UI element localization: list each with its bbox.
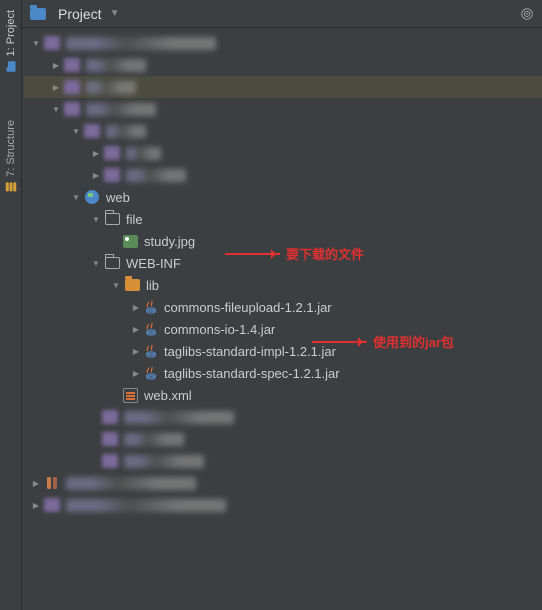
side-tab-project[interactable]: 1: Project	[3, 6, 19, 76]
blurred-icon	[102, 410, 118, 424]
blurred-icon	[64, 102, 80, 116]
blurred-label	[66, 499, 226, 512]
tree-row[interactable]	[24, 428, 542, 450]
tree-label: web	[106, 190, 130, 205]
side-tab-structure-label: 7: Structure	[5, 120, 17, 177]
folder-outline-icon	[104, 211, 120, 227]
expand-arrow-icon[interactable]	[50, 59, 62, 71]
tree-row[interactable]	[24, 164, 542, 186]
blurred-label	[124, 433, 184, 446]
blurred-icon	[104, 146, 120, 160]
tree-row[interactable]	[24, 406, 542, 428]
blurred-icon	[84, 124, 100, 138]
jar-icon	[144, 344, 158, 358]
jar-icon	[144, 300, 158, 314]
tree-row-selected[interactable]	[24, 76, 542, 98]
blurred-icon	[102, 454, 118, 468]
module-icon	[44, 36, 60, 50]
tree-row-jar[interactable]: commons-io-1.4.jar	[24, 318, 542, 340]
view-mode-label[interactable]: Project	[58, 6, 102, 22]
project-tree[interactable]: web file study.jpg WEB-INF lib commons-f…	[22, 28, 542, 610]
target-icon[interactable]	[520, 7, 534, 21]
blurred-label	[126, 169, 186, 182]
tree-row-web-xml[interactable]: web.xml	[24, 384, 542, 406]
blurred-label	[86, 103, 156, 116]
blurred-label	[86, 59, 146, 72]
blurred-icon	[102, 432, 118, 446]
tree-row[interactable]	[24, 472, 542, 494]
tree-row-web-inf[interactable]: WEB-INF	[24, 252, 542, 274]
tree-row[interactable]	[24, 494, 542, 516]
image-file-icon	[122, 233, 138, 249]
expand-arrow-icon[interactable]	[70, 191, 82, 203]
tree-label: web.xml	[144, 388, 192, 403]
expand-arrow-icon[interactable]	[90, 147, 102, 159]
expand-arrow-icon[interactable]	[90, 213, 102, 225]
xml-file-icon	[122, 387, 138, 403]
folder-icon	[30, 6, 46, 22]
jar-icon	[144, 322, 158, 336]
tree-row-study-jpg[interactable]: study.jpg	[24, 230, 542, 252]
expand-arrow-icon[interactable]	[30, 37, 42, 49]
tree-label: WEB-INF	[126, 256, 181, 271]
tree-row-lib[interactable]: lib	[24, 274, 542, 296]
blurred-label	[66, 37, 216, 50]
tree-row[interactable]	[24, 98, 542, 120]
blurred-label	[66, 477, 196, 490]
tree-row[interactable]	[24, 450, 542, 472]
expand-arrow-icon[interactable]	[90, 257, 102, 269]
expand-arrow-icon[interactable]	[110, 279, 122, 291]
tree-row-jar[interactable]: commons-fileupload-1.2.1.jar	[24, 296, 542, 318]
tree-row-jar[interactable]: taglibs-standard-impl-1.2.1.jar	[24, 340, 542, 362]
tree-label: commons-fileupload-1.2.1.jar	[164, 300, 332, 315]
tree-label: commons-io-1.4.jar	[164, 322, 275, 337]
tree-row[interactable]	[24, 142, 542, 164]
expand-arrow-icon[interactable]	[130, 345, 142, 357]
tree-label: taglibs-standard-impl-1.2.1.jar	[164, 344, 336, 359]
tree-label: taglibs-standard-spec-1.2.1.jar	[164, 366, 340, 381]
expand-arrow-icon[interactable]	[30, 477, 42, 489]
blurred-label	[86, 81, 136, 94]
blurred-icon	[64, 80, 80, 94]
tree-row-file[interactable]: file	[24, 208, 542, 230]
blurred-label	[106, 125, 146, 138]
jar-icon	[144, 366, 158, 380]
folder-outline-icon	[104, 255, 120, 271]
tree-label: file	[126, 212, 143, 227]
tree-label: lib	[146, 278, 159, 293]
web-folder-icon	[84, 189, 100, 205]
blurred-icon	[64, 58, 80, 72]
libraries-icon	[44, 475, 60, 491]
tree-row[interactable]	[24, 120, 542, 142]
blurred-label	[124, 411, 234, 424]
side-tab-project-label: 1: Project	[5, 10, 17, 56]
tree-row-root[interactable]	[24, 32, 542, 54]
lib-folder-icon	[124, 277, 140, 293]
project-icon	[5, 60, 17, 72]
expand-arrow-icon[interactable]	[30, 499, 42, 511]
blurred-label	[124, 455, 204, 468]
expand-arrow-icon[interactable]	[70, 125, 82, 137]
expand-arrow-icon[interactable]	[50, 103, 62, 115]
blurred-icon	[104, 168, 120, 182]
tool-window-tabs: 1: Project 7: Structure	[0, 0, 22, 610]
tree-label: study.jpg	[144, 234, 195, 249]
expand-arrow-icon[interactable]	[90, 169, 102, 181]
expand-arrow-icon[interactable]	[130, 323, 142, 335]
tree-row[interactable]	[24, 54, 542, 76]
expand-arrow-icon[interactable]	[130, 301, 142, 313]
side-tab-structure[interactable]: 7: Structure	[3, 116, 19, 197]
chevron-down-icon[interactable]: ▼	[110, 8, 120, 19]
blurred-label	[126, 147, 161, 160]
expand-arrow-icon[interactable]	[50, 81, 62, 93]
tree-row-jar[interactable]: taglibs-standard-spec-1.2.1.jar	[24, 362, 542, 384]
project-toolbar: Project ▼	[22, 0, 542, 28]
expand-arrow-icon[interactable]	[130, 367, 142, 379]
blurred-icon	[44, 498, 60, 512]
tree-row-web[interactable]: web	[24, 186, 542, 208]
structure-icon	[5, 181, 17, 193]
